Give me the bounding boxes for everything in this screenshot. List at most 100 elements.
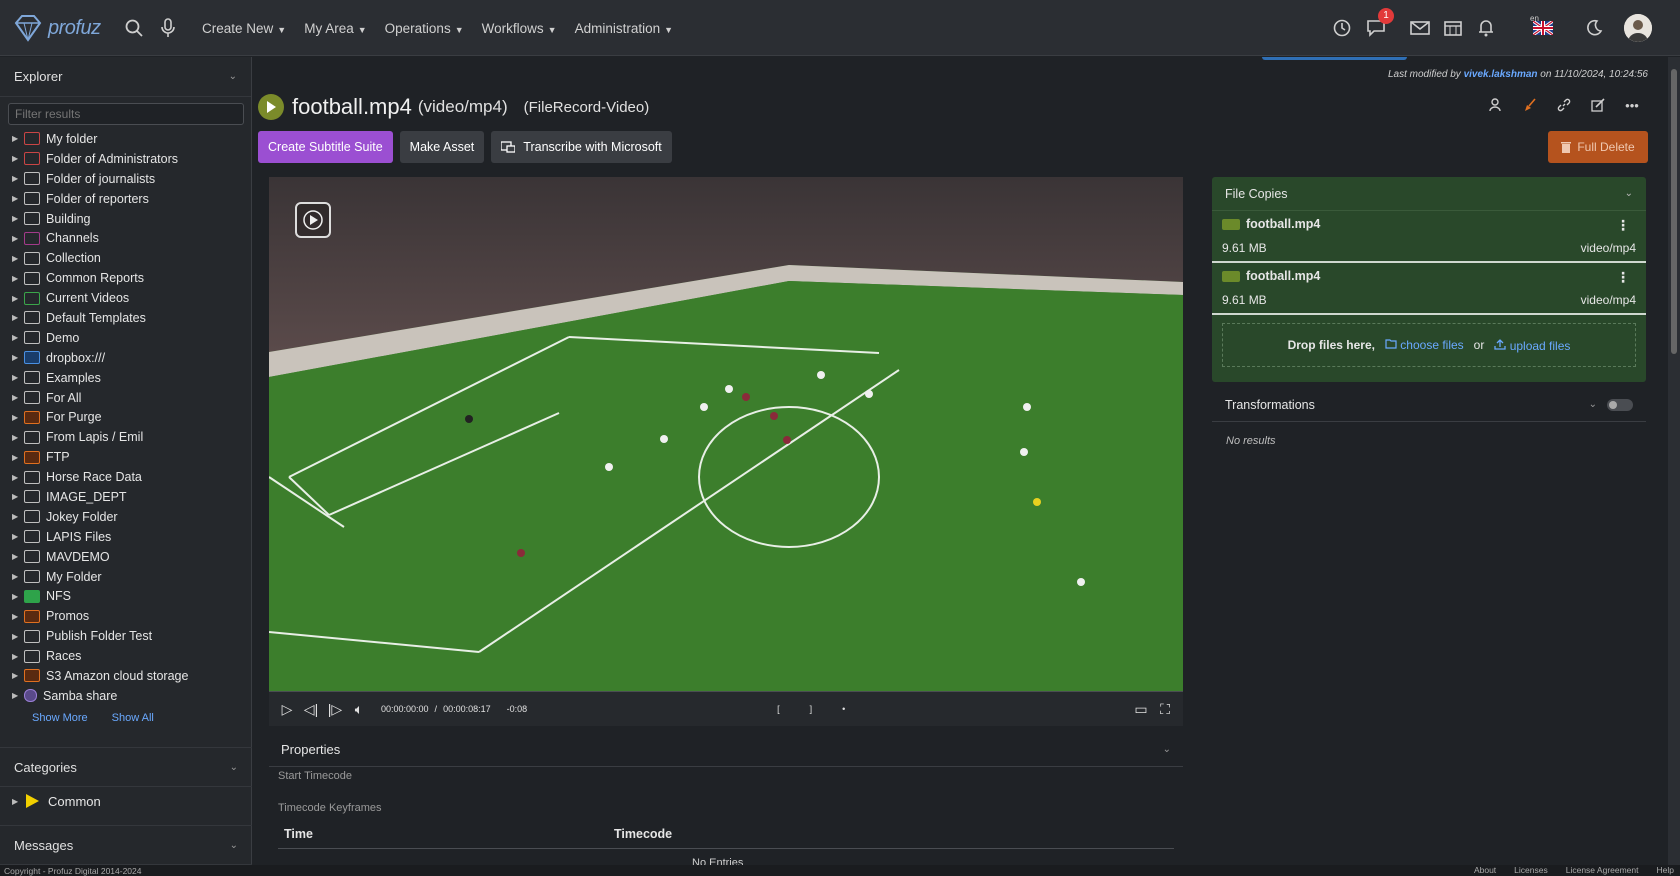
history-icon[interactable] [1331, 17, 1353, 39]
microphone-icon[interactable] [157, 17, 179, 39]
video-frame[interactable] [269, 177, 1183, 692]
tree-item[interactable]: ▶ Current Videos [12, 288, 251, 308]
tree-item[interactable]: ▶ Promos [12, 606, 251, 626]
nav-operations[interactable]: Operations ▼ [381, 21, 468, 36]
nav-create-new[interactable]: Create New ▼ [198, 21, 290, 36]
kebab-menu-icon[interactable]: ⋮ [1616, 217, 1630, 234]
link-icon[interactable] [1556, 97, 1572, 113]
tree-item[interactable]: ▶ From Lapis / Emil [12, 427, 251, 447]
nav-workflows[interactable]: Workflows ▼ [478, 21, 561, 36]
footer-link-about[interactable]: About [1474, 865, 1496, 875]
tree-item[interactable]: ▶ Examples [12, 368, 251, 388]
tree-item[interactable]: ▶ Races [12, 646, 251, 666]
tree-item[interactable]: ▶ NFS [12, 586, 251, 606]
footer-link-license-agreement[interactable]: License Agreement [1566, 865, 1639, 875]
folder-open-icon [1385, 339, 1397, 349]
tree-item[interactable]: ▶ Default Templates [12, 308, 251, 328]
kebab-menu-icon[interactable]: ⋮ [1616, 269, 1630, 286]
tree-item[interactable]: ▶ Horse Race Data [12, 467, 251, 487]
picture-in-picture-icon[interactable]: ▭ [1129, 701, 1153, 718]
logo-text: profuz [48, 16, 101, 39]
full-delete-button[interactable]: Full Delete [1548, 131, 1648, 163]
play-icon[interactable]: ▷ [275, 701, 299, 718]
file-copy-card[interactable]: football.mp4 ⋮ 9.61 MB video/mp4 [1212, 211, 1646, 263]
locked-folder-icon [24, 172, 40, 186]
chevron-down-icon[interactable]: ⌄ [229, 71, 237, 82]
footer-link-licenses[interactable]: Licenses [1514, 865, 1548, 875]
show-more-link[interactable]: Show More [32, 712, 88, 724]
video-play-overlay-icon[interactable] [295, 202, 331, 238]
transcribe-button[interactable]: Transcribe with Microsoft [491, 131, 672, 163]
tree-item[interactable]: ▶ For All [12, 388, 251, 408]
chevron-down-icon[interactable]: ⌄ [1625, 188, 1633, 199]
marker-icon[interactable]: • [842, 704, 845, 714]
tree-item[interactable]: ▶ My Folder [12, 567, 251, 587]
step-back-icon[interactable]: ◁| [299, 701, 323, 718]
tree-item[interactable]: ▶ LAPIS Files [12, 527, 251, 547]
calendar-icon[interactable] [1442, 17, 1464, 39]
tree-item[interactable]: ▶ dropbox:/// [12, 348, 251, 368]
explorer-header[interactable]: Explorer ⌄ [0, 57, 251, 97]
tree-item[interactable]: ▶ Folder of Administrators [12, 149, 251, 169]
create-subtitle-suite-button[interactable]: Create Subtitle Suite [258, 131, 393, 163]
uk-flag-icon[interactable] [1532, 17, 1554, 39]
user-avatar[interactable] [1624, 14, 1652, 42]
tree-item[interactable]: ▶ Folder of journalists [12, 169, 251, 189]
tree-item[interactable]: ▶ Samba share [12, 686, 251, 706]
chevron-down-icon[interactable]: ⌄ [230, 762, 238, 773]
tree-item[interactable]: ▶ Channels [12, 228, 251, 248]
broom-icon[interactable] [1522, 97, 1538, 113]
mail-icon[interactable] [1409, 17, 1431, 39]
tree-item[interactable]: ▶ FTP [12, 447, 251, 467]
tree-item[interactable]: ▶ MAVDEMO [12, 547, 251, 567]
edit-icon[interactable] [1590, 97, 1606, 113]
explorer-sidebar: Explorer ⌄ ▶My folder ▶Folder of Adminis… [0, 57, 252, 865]
categories-header[interactable]: Categories ⌄ [0, 747, 252, 787]
bell-icon[interactable] [1475, 17, 1497, 39]
make-asset-button[interactable]: Make Asset [399, 131, 485, 163]
tree-item[interactable]: ▶ Common Reports [12, 268, 251, 288]
file-copies-header[interactable]: File Copies ⌄ [1212, 177, 1646, 211]
filter-input[interactable] [8, 103, 244, 125]
tree-item[interactable]: ▶ Building [12, 209, 251, 229]
tree-item[interactable]: ▶ Publish Folder Test [12, 626, 251, 646]
folder-icon [24, 371, 40, 385]
transformations-header[interactable]: Transformations ⌄ [1212, 388, 1646, 422]
mark-in-icon[interactable]: [ [777, 704, 780, 714]
fullscreen-icon[interactable]: ⛶ [1153, 701, 1177, 718]
footer-link-help[interactable]: Help [1657, 865, 1674, 875]
tree-item[interactable]: ▶ IMAGE_DEPT [12, 487, 251, 507]
tree-item[interactable]: ▶ S3 Amazon cloud storage [12, 666, 251, 686]
last-modified-user[interactable]: vivek.lakshman [1464, 69, 1538, 80]
chevron-down-icon[interactable]: ⌄ [1589, 399, 1597, 410]
profuz-logo[interactable]: profuz [12, 10, 106, 46]
permissions-icon[interactable] [1488, 97, 1504, 113]
show-all-link[interactable]: Show All [112, 712, 154, 724]
chevron-down-icon[interactable]: ⌄ [1163, 744, 1171, 755]
file-drop-zone[interactable]: Drop files here, choose files or upload … [1222, 323, 1636, 367]
tree-item[interactable]: ▶ My folder [12, 129, 251, 149]
upload-files-link[interactable]: upload files [1494, 338, 1570, 353]
choose-files-link[interactable]: choose files [1385, 338, 1464, 352]
search-icon[interactable] [123, 17, 145, 39]
transformations-toggle[interactable] [1607, 398, 1633, 411]
volume-icon[interactable]: 🔈︎ [347, 701, 371, 718]
tree-item[interactable]: ▶ For Purge [12, 407, 251, 427]
nav-administration[interactable]: Administration ▼ [571, 21, 677, 36]
tree-item[interactable]: ▶ Folder of reporters [12, 189, 251, 209]
scrollbar-thumb[interactable] [1671, 69, 1677, 354]
properties-header[interactable]: Properties ⌄ [269, 733, 1183, 767]
more-options-icon[interactable]: ••• [1624, 97, 1640, 113]
category-item-common[interactable]: ▶ Common [0, 787, 252, 815]
theme-moon-icon[interactable] [1583, 17, 1605, 39]
chevron-down-icon[interactable]: ⌄ [230, 840, 238, 851]
tree-item[interactable]: ▶ Collection [12, 248, 251, 268]
tree-item[interactable]: ▶ Jokey Folder [12, 507, 251, 527]
tree-item[interactable]: ▶ Demo [12, 328, 251, 348]
step-forward-icon[interactable]: |▷ [323, 701, 347, 718]
file-copy-card[interactable]: football.mp4 ⋮ 9.61 MB video/mp4 [1212, 263, 1646, 315]
page-scrollbar[interactable] [1668, 57, 1680, 865]
messages-header[interactable]: Messages ⌄ [0, 825, 252, 865]
nav-my-area[interactable]: My Area ▼ [300, 21, 370, 36]
mark-out-icon[interactable]: ] [810, 704, 813, 714]
